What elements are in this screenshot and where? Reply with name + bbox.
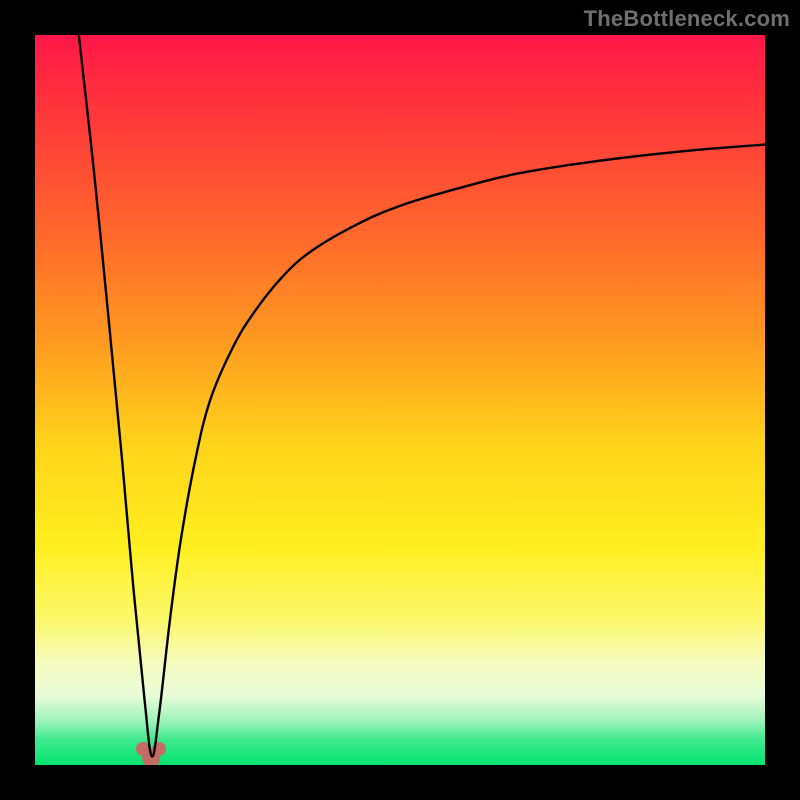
chart-svg (35, 35, 765, 765)
chart-frame: TheBottleneck.com (0, 0, 800, 800)
plot-area (35, 35, 765, 765)
bottleneck-curve (79, 35, 765, 756)
watermark-text: TheBottleneck.com (584, 6, 790, 32)
